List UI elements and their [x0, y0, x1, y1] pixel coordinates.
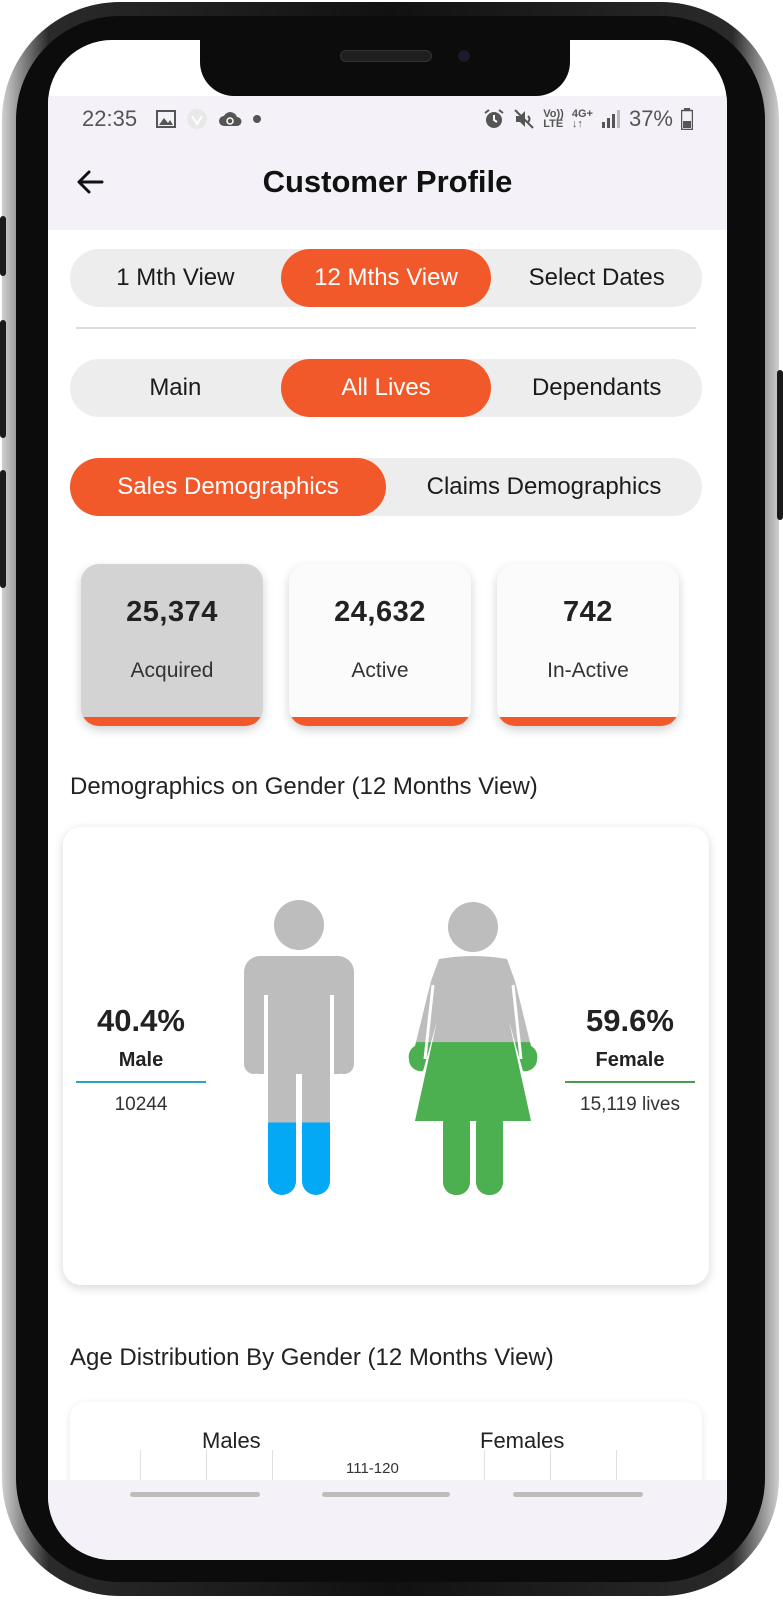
male-count: 10244 — [114, 1094, 168, 1115]
stat-card-active[interactable]: 24,632 Active — [289, 564, 471, 726]
females-header: Females — [480, 1428, 565, 1453]
nav-back-handle[interactable] — [513, 1492, 643, 1497]
volte-icon: Vo)) LTE — [543, 108, 564, 130]
side-button — [0, 320, 6, 438]
alarm-icon — [484, 109, 504, 128]
member-tabs: Main All Lives Dependants — [70, 359, 702, 417]
female-figure-icon — [408, 902, 538, 1195]
gender-card: 40.4% Male 10244 59.6% Female 15,119 liv… — [63, 827, 709, 1285]
male-figure-icon — [244, 900, 354, 1195]
status-bar: 22:35 Vo)) LTE 4G+ ↓↑ 37% — [48, 96, 727, 138]
divider — [76, 327, 696, 329]
tab-sales-demographics[interactable]: Sales Demographics — [70, 458, 386, 516]
status-time: 22:35 — [82, 106, 138, 131]
nav-recents-handle[interactable] — [130, 1492, 260, 1497]
stat-card-acquired[interactable]: 25,374 Acquired — [81, 564, 263, 726]
males-header: Males — [202, 1428, 261, 1453]
4g-icon: 4G+ ↓↑ — [571, 108, 593, 130]
female-count: 15,119 lives — [580, 1094, 680, 1115]
side-button — [0, 470, 6, 588]
stat-label: Acquired — [130, 659, 214, 682]
stat-value: 24,632 — [334, 596, 426, 628]
side-button — [777, 370, 783, 520]
female-label: Female — [595, 1049, 665, 1071]
cloud-sync-icon — [219, 112, 242, 126]
battery-percent: 37% — [628, 106, 673, 131]
female-underline — [565, 1081, 695, 1083]
male-underline — [76, 1081, 206, 1083]
speaker-grille — [340, 50, 432, 62]
gender-section-title: Demographics on Gender (12 Months View) — [70, 773, 538, 800]
stat-label: Active — [351, 659, 409, 682]
side-button — [0, 216, 6, 276]
shield-icon — [187, 109, 207, 129]
front-camera — [458, 50, 470, 62]
period-tabs: 1 Mth View 12 Mths View Select Dates — [70, 249, 702, 307]
tab-select-dates[interactable]: Select Dates — [491, 249, 702, 307]
app-bar: Customer Profile — [48, 138, 727, 230]
phone-screen: 22:35 Vo)) LTE 4G+ ↓↑ 37% Customer Profile… — [48, 40, 727, 1560]
tab-claims-demographics[interactable]: Claims Demographics — [386, 458, 702, 516]
male-label: Male — [118, 1049, 164, 1071]
male-percent: 40.4% — [97, 1003, 185, 1038]
page-title: Customer Profile — [262, 164, 513, 199]
stat-card-inactive[interactable]: 742 In-Active — [497, 564, 679, 726]
tab-1-mth-view[interactable]: 1 Mth View — [70, 249, 281, 307]
female-percent: 59.6% — [586, 1003, 674, 1038]
stat-value: 742 — [563, 596, 613, 628]
stat-value: 25,374 — [126, 596, 218, 628]
signal-icon — [601, 110, 620, 128]
demographics-tabs: Sales Demographics Claims Demographics — [70, 458, 702, 516]
system-nav-bar — [48, 1480, 727, 1560]
stat-label: In-Active — [547, 659, 629, 682]
notch — [200, 40, 570, 96]
age-band-label: 111-120 — [346, 1460, 399, 1477]
stat-accent-bar — [497, 717, 679, 726]
female-fill-level — [408, 1042, 538, 1195]
tab-dependants[interactable]: Dependants — [491, 359, 702, 417]
battery-icon — [681, 108, 693, 130]
tab-main[interactable]: Main — [70, 359, 281, 417]
dot-icon — [253, 115, 261, 123]
stat-accent-bar — [81, 717, 263, 726]
tab-12-mths-view[interactable]: 12 Mths View — [280, 249, 492, 307]
tab-all-lives[interactable]: All Lives — [280, 359, 492, 417]
image-icon — [156, 110, 176, 128]
stat-accent-bar — [289, 717, 471, 726]
age-section-title: Age Distribution By Gender (12 Months Vi… — [70, 1344, 554, 1371]
mute-icon — [514, 109, 534, 129]
nav-home-handle[interactable] — [322, 1492, 450, 1497]
